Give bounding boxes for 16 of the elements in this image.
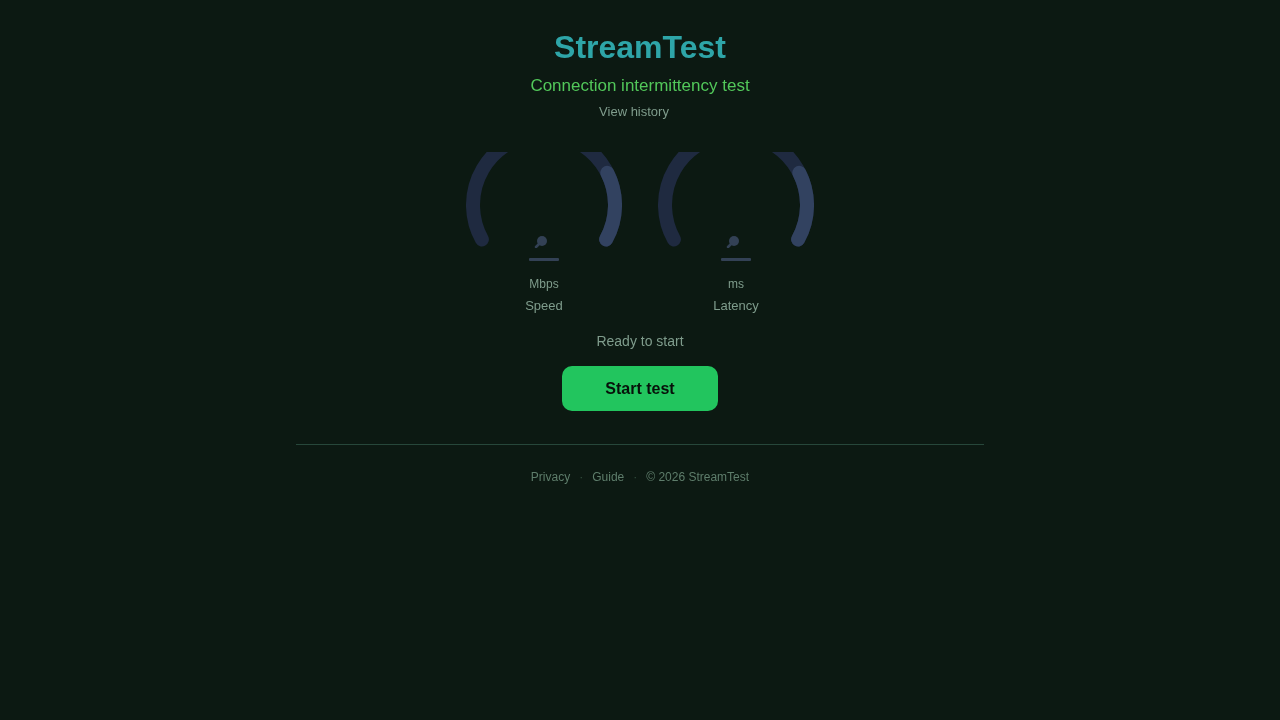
unit-label: ms (728, 277, 744, 292)
separator-text: · (579, 470, 584, 485)
subtitle: Connection intermittency test (530, 76, 750, 96)
start-button[interactable]: Start test (562, 366, 718, 411)
placeholder-dash-icon (529, 258, 559, 261)
placeholder-dash-icon (721, 258, 751, 261)
gauge-label: Latency (713, 298, 759, 314)
footer-link[interactable]: Privacy (530, 470, 571, 485)
footer-link[interactable]: Guide (592, 470, 625, 485)
history-link[interactable]: View history (599, 104, 669, 120)
separator-text: · (633, 470, 638, 485)
copyright-text: © 2026 StreamTest (646, 470, 750, 485)
gauge-label: Speed (525, 298, 563, 314)
app-title: StreamTest (554, 29, 726, 65)
unit-label: Mbps (529, 277, 559, 292)
status-text: Ready to start (596, 333, 684, 350)
